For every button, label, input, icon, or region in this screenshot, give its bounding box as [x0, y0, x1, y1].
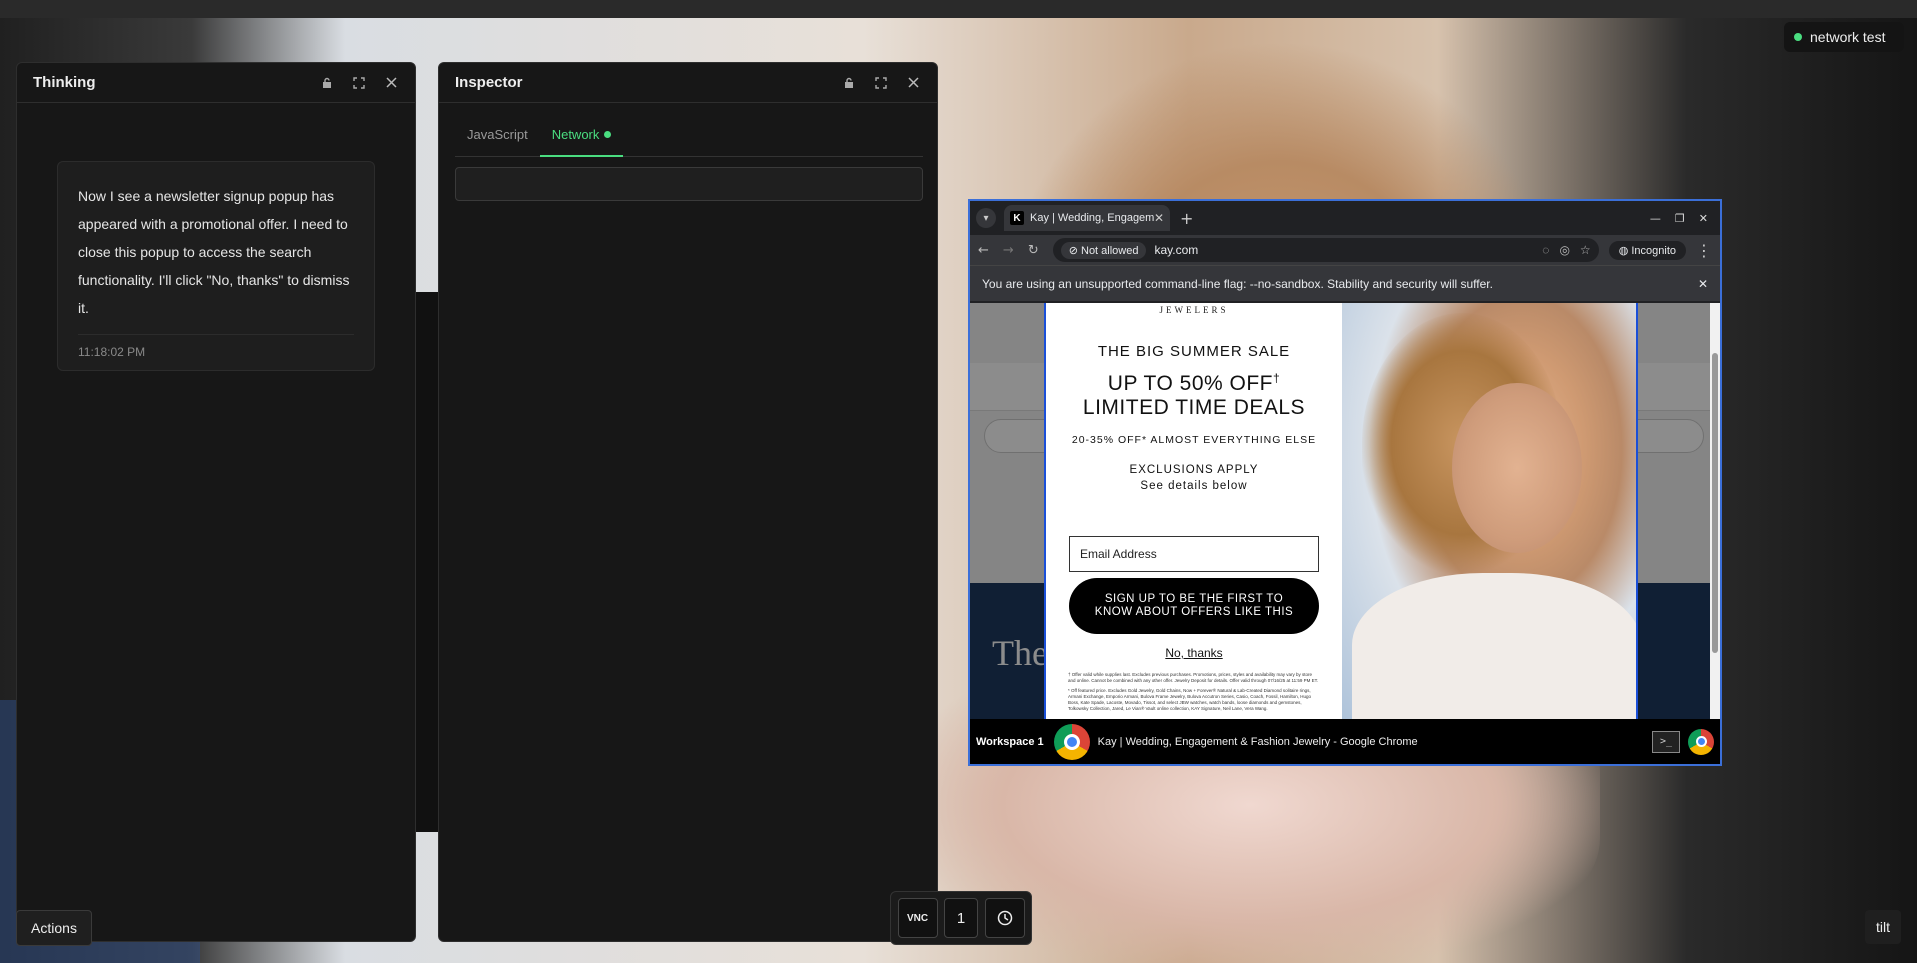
status-dot-icon: [1794, 33, 1802, 41]
incognito-badge[interactable]: ◍ Incognito: [1608, 240, 1686, 260]
fine-print: † Offer valid while supplies last. Exclu…: [1068, 672, 1319, 711]
workspace-label: Workspace 1: [976, 735, 1044, 748]
taskbar-window-title[interactable]: Kay | Wedding, Engagement & Fashion Jewe…: [1098, 736, 1652, 748]
menu-kebab-icon[interactable]: ⋮: [1696, 241, 1712, 260]
eye-off-icon[interactable]: ◎: [1559, 243, 1569, 257]
kay-favicon-icon: K: [1010, 211, 1024, 225]
browser-window: ▾ K Kay | Wedding, Engageme ✕ + — ❐ ✕ ← …: [968, 199, 1722, 766]
infobar-text: You are using an unsupported command-lin…: [982, 276, 1493, 291]
page-scrollbar[interactable]: [1710, 303, 1720, 719]
popup-offer: UP TO 50% OFF† LIMITED TIME DEALS: [1082, 371, 1306, 419]
new-tab-icon[interactable]: +: [1180, 209, 1193, 228]
thinking-panel: Thinking Now I see a newsletter signup p…: [16, 62, 416, 942]
status-label: network test: [1810, 29, 1886, 45]
message-timestamp: 11:18:02 PM: [78, 345, 146, 359]
tracking-icon[interactable]: ◌: [1542, 243, 1549, 257]
email-input[interactable]: Email Address: [1069, 536, 1319, 572]
taskbar: Workspace 1 Kay | Wedding, Engagement & …: [970, 719, 1720, 764]
tilt-button[interactable]: tilt: [1865, 910, 1901, 944]
popup-model-image: [1342, 303, 1636, 719]
inspector-header: Inspector: [439, 63, 937, 103]
site-permission-chip[interactable]: ⊘ Not allowed: [1060, 241, 1147, 259]
tab-network[interactable]: Network: [539, 113, 624, 157]
chrome-icon[interactable]: [1053, 723, 1090, 760]
page-viewport: The Sal JEWELERS THE BIG SUMMER SALE UP …: [970, 303, 1720, 719]
bookmark-star-icon[interactable]: ☆: [1580, 243, 1591, 257]
infobar-close-icon[interactable]: ✕: [1698, 277, 1708, 291]
chrome-launcher-icon[interactable]: [1688, 728, 1714, 755]
restore-icon[interactable]: ❐: [1675, 212, 1685, 225]
thinking-title: Thinking: [33, 74, 96, 91]
signup-button[interactable]: SIGN UP TO BE THE FIRST TO KNOW ABOUT OF…: [1069, 578, 1319, 634]
terminal-icon[interactable]: >_: [1652, 730, 1680, 753]
actions-button[interactable]: Actions: [16, 910, 92, 946]
network-filter-input[interactable]: [455, 167, 923, 201]
inspector-title: Inspector: [455, 74, 523, 91]
status-indicator: network test: [1784, 22, 1904, 52]
no-permission-icon: ⊘: [1068, 244, 1081, 257]
close-icon[interactable]: [905, 75, 921, 91]
thinking-header: Thinking: [17, 63, 415, 103]
popup-content: JEWELERS THE BIG SUMMER SALE UP TO 50% O…: [1046, 303, 1342, 719]
tab-search-icon[interactable]: ▾: [976, 208, 996, 228]
forward-icon[interactable]: →: [1003, 243, 1014, 258]
lock-icon[interactable]: [841, 75, 857, 91]
clock-icon: [997, 910, 1012, 926]
inspector-panel: Inspector JavaScript Network: [438, 62, 938, 942]
browser-tab[interactable]: K Kay | Wedding, Engageme ✕: [1004, 205, 1170, 231]
inspector-tabs: JavaScript Network: [455, 113, 923, 157]
tab-close-icon[interactable]: ✕: [1154, 211, 1164, 225]
bottom-toolbar: VNC 1: [890, 891, 1032, 945]
address-bar[interactable]: ⊘ Not allowed kay.com ◌ ◎ ☆: [1052, 238, 1599, 262]
back-icon[interactable]: ←: [978, 243, 989, 258]
browser-tabbar: ▾ K Kay | Wedding, Engageme ✕ + — ❐ ✕: [970, 201, 1720, 235]
tab-javascript[interactable]: JavaScript: [455, 113, 540, 156]
no-thanks-link[interactable]: No, thanks: [1046, 646, 1342, 660]
vnc-button[interactable]: VNC: [897, 898, 938, 938]
history-button[interactable]: [984, 898, 1025, 938]
lock-icon[interactable]: [319, 75, 335, 91]
popup-headline: THE BIG SUMMER SALE: [1097, 343, 1291, 360]
background-window-strip: [416, 292, 440, 832]
popup-subtext: 20-35% OFF* ALMOST EVERYTHING ELSE: [1071, 434, 1317, 446]
browser-toolbar: ← → ↻ ⊘ Not allowed kay.com ◌ ◎ ☆ ◍ Inco…: [970, 235, 1720, 265]
incognito-icon: ◍: [1618, 244, 1632, 257]
expand-icon[interactable]: [873, 75, 889, 91]
network-active-dot-icon: [604, 131, 612, 138]
newsletter-popup: JEWELERS THE BIG SUMMER SALE UP TO 50% O…: [1044, 303, 1638, 719]
workspace-count-button[interactable]: 1: [944, 898, 978, 938]
window-close-icon[interactable]: ✕: [1699, 212, 1708, 225]
url-text: kay.com: [1154, 243, 1199, 257]
reload-icon[interactable]: ↻: [1028, 243, 1039, 258]
minimize-icon[interactable]: —: [1650, 212, 1661, 225]
brand-logo: JEWELERS: [1159, 305, 1229, 315]
browser-tab-title: Kay | Wedding, Engageme: [1030, 212, 1154, 224]
thinking-message-card: Now I see a newsletter signup popup has …: [57, 161, 375, 371]
warning-infobar: You are using an unsupported command-lin…: [970, 265, 1720, 301]
close-icon[interactable]: [383, 75, 399, 91]
thinking-message: Now I see a newsletter signup popup has …: [78, 188, 350, 316]
popup-exclusions: EXCLUSIONS APPLY See details below: [1129, 464, 1259, 492]
expand-icon[interactable]: [351, 75, 367, 91]
